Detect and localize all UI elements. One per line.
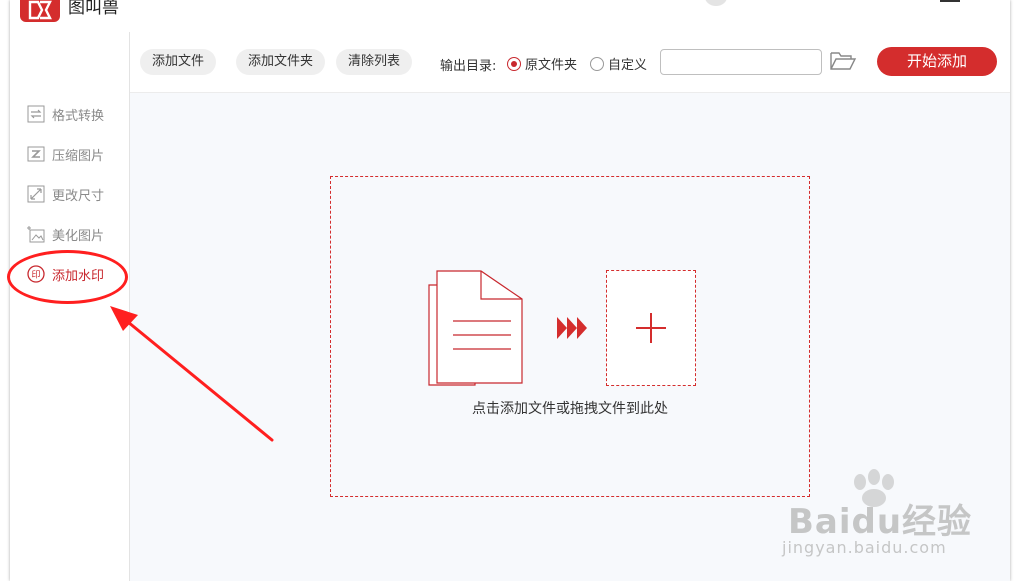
output-dir-label: 输出目录:	[440, 59, 497, 74]
app-title: 图叫兽	[68, 0, 119, 18]
convert-icon	[26, 104, 46, 124]
radio-selected-icon	[507, 56, 521, 71]
sidebar-item-label: 更改尺寸	[52, 188, 105, 204]
folder-open-icon[interactable]	[829, 50, 857, 74]
triple-arrow-icon	[555, 315, 589, 345]
toolbar: 添加文件 添加文件夹 清除列表 输出目录: 原文件夹 自定义 开始添加	[130, 32, 1010, 93]
plus-icon	[636, 313, 666, 343]
sidebar: 格式转换 压缩图片 更改尺寸 美化图片 印 添加水印	[7, 32, 130, 581]
sidebar-item-resize[interactable]: 更改尺寸	[26, 184, 104, 204]
add-file-box[interactable]	[606, 270, 696, 386]
sidebar-item-compress[interactable]: 压缩图片	[26, 144, 104, 164]
sidebar-item-beautify[interactable]: 美化图片	[26, 224, 104, 244]
sidebar-item-label: 压缩图片	[52, 148, 105, 164]
resize-icon	[26, 184, 46, 204]
account-icon[interactable]	[705, 0, 727, 6]
title-bar: 图叫兽	[10, 0, 1010, 33]
clear-list-button[interactable]: 清除列表	[336, 49, 413, 75]
watermark-sub-text: jingyan.baidu.com	[782, 538, 947, 557]
compress-icon	[26, 144, 46, 164]
start-add-button[interactable]: 开始添加	[877, 47, 997, 76]
add-file-button[interactable]: 添加文件	[140, 49, 217, 75]
watermark-main-text: Baidu经验	[788, 502, 973, 542]
sidebar-item-label: 格式转换	[52, 108, 105, 124]
beautify-icon	[26, 224, 46, 244]
drop-hint-text: 点击添加文件或拖拽文件到此处	[472, 401, 668, 417]
sidebar-item-format-convert[interactable]: 格式转换	[26, 104, 104, 124]
add-folder-button[interactable]: 添加文件夹	[236, 49, 326, 75]
radio-original-label: 原文件夹	[525, 58, 578, 73]
minimize-button[interactable]	[940, 0, 960, 2]
annotation-highlight-ellipse	[7, 250, 128, 304]
radio-unselected-icon	[590, 56, 604, 71]
output-path-input[interactable]	[660, 49, 822, 75]
documents-icon	[427, 269, 527, 393]
app-logo-icon	[20, 0, 60, 22]
radio-custom-label: 自定义	[608, 58, 648, 73]
file-drop-zone[interactable]: 点击添加文件或拖拽文件到此处	[330, 176, 810, 497]
radio-original-folder[interactable]: 原文件夹	[507, 54, 577, 73]
radio-custom[interactable]: 自定义	[590, 54, 647, 73]
sidebar-item-label: 美化图片	[52, 228, 105, 244]
baidu-jingyan-watermark: Baidu经验 jingyan.baidu.com	[780, 468, 980, 578]
